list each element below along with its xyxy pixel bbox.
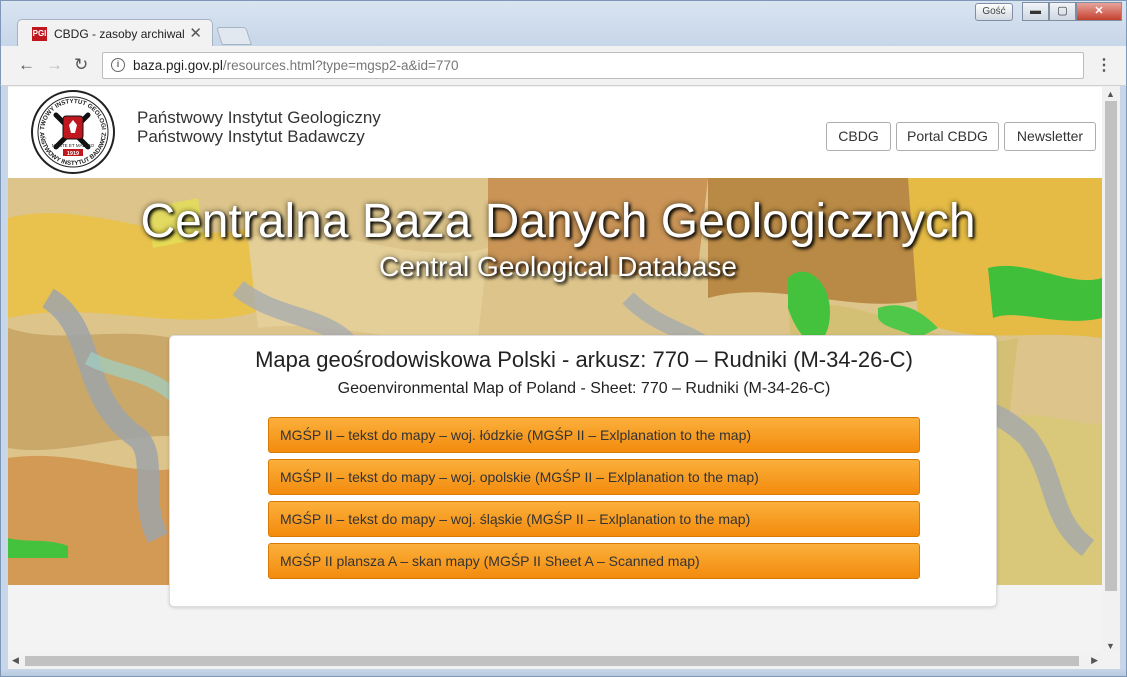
tab-title: CBDG - zasoby archiwaln xyxy=(54,27,184,41)
window-frame-right xyxy=(1120,86,1127,670)
scroll-right-arrow-icon[interactable]: ▶ xyxy=(1091,655,1098,666)
guest-profile-badge[interactable]: Gość xyxy=(975,3,1013,21)
banner-subtitle: Central Geological Database xyxy=(379,251,737,282)
new-tab-button[interactable] xyxy=(216,27,252,45)
browser-toolbar: ← → ↻ i baza.pgi.gov.pl/resources.html?t… xyxy=(0,46,1127,86)
vertical-scrollbar[interactable]: ▲ ▼ xyxy=(1102,87,1120,653)
logo-year: 1919 xyxy=(67,151,79,157)
logo-motto: MENTE ET MALLEO xyxy=(52,143,95,148)
back-arrow-icon[interactable]: ← xyxy=(18,55,35,75)
forward-arrow-icon[interactable]: → xyxy=(46,55,63,75)
browser-tab[interactable]: PGI CBDG - zasoby archiwaln ✕ xyxy=(17,19,213,47)
favicon-icon: PGI xyxy=(32,27,47,41)
window-frame-left xyxy=(0,86,8,670)
window-frame-bottom xyxy=(0,669,1127,677)
reload-icon[interactable]: ↻ xyxy=(74,55,88,75)
url-path: /resources.html?type=mgsp2-a&id=770 xyxy=(222,58,459,73)
tab-close-icon[interactable]: ✕ xyxy=(189,24,202,42)
browser-menu-icon[interactable]: ⋮ xyxy=(1096,55,1112,75)
resource-button-lodzkie-text[interactable]: MGŚP II – tekst do mapy – woj. łódzkie (… xyxy=(268,417,920,453)
maximize-button[interactable]: ▢ xyxy=(1049,2,1076,21)
address-bar[interactable]: i baza.pgi.gov.pl/resources.html?type=mg… xyxy=(102,52,1084,79)
url-text: baza.pgi.gov.pl/resources.html?type=mgsp… xyxy=(133,58,458,73)
minimize-button[interactable]: ▬ xyxy=(1022,2,1049,21)
site-header: PAŃSTWOWY INSTYTUT GEOLOGICZNY PAŃSTWOWY… xyxy=(8,87,1102,178)
resource-card: Mapa geośrodowiskowa Polski - arkusz: 77… xyxy=(169,335,997,607)
vertical-scroll-thumb[interactable] xyxy=(1105,101,1117,591)
scroll-left-arrow-icon[interactable]: ◀ xyxy=(12,655,19,666)
newsletter-button[interactable]: Newsletter xyxy=(1004,122,1096,151)
url-host: baza.pgi.gov.pl xyxy=(133,58,223,73)
close-window-button[interactable]: ✕ xyxy=(1076,2,1122,21)
pgi-logo[interactable]: PAŃSTWOWY INSTYTUT GEOLOGICZNY PAŃSTWOWY… xyxy=(30,89,116,175)
resource-button-sheet-a-scan[interactable]: MGŚP II plansza A – skan mapy (MGŚP II S… xyxy=(268,543,920,579)
institute-name-line1: Państwowy Instytut Geologiczny xyxy=(137,108,381,127)
banner-title: Centralna Baza Danych Geologicznych xyxy=(140,195,976,248)
institute-name-line2: Państwowy Instytut Badawczy xyxy=(137,127,365,146)
info-icon[interactable]: i xyxy=(111,58,125,72)
scroll-down-arrow-icon[interactable]: ▼ xyxy=(1106,641,1115,651)
scroll-up-arrow-icon[interactable]: ▲ xyxy=(1106,89,1115,99)
horizontal-scroll-thumb[interactable] xyxy=(25,656,1079,666)
map-sheet-subtitle: Geoenvironmental Map of Poland - Sheet: … xyxy=(337,380,831,397)
portal-cbdg-button[interactable]: Portal CBDG xyxy=(896,122,999,151)
resource-button-opolskie-text[interactable]: MGŚP II – tekst do mapy – woj. opolskie … xyxy=(268,459,920,495)
cbdg-button[interactable]: CBDG xyxy=(826,122,891,151)
map-sheet-title: Mapa geośrodowiskowa Polski - arkusz: 77… xyxy=(255,347,913,372)
page-viewport: PAŃSTWOWY INSTYTUT GEOLOGICZNY PAŃSTWOWY… xyxy=(8,87,1102,653)
resource-button-slaskie-text[interactable]: MGŚP II – tekst do mapy – woj. śląskie (… xyxy=(268,501,920,537)
horizontal-scrollbar[interactable]: ◀ ▶ xyxy=(8,653,1102,669)
window-titlebar: PGI CBDG - zasoby archiwaln ✕ Gość ▬ ▢ ✕ xyxy=(0,0,1127,47)
